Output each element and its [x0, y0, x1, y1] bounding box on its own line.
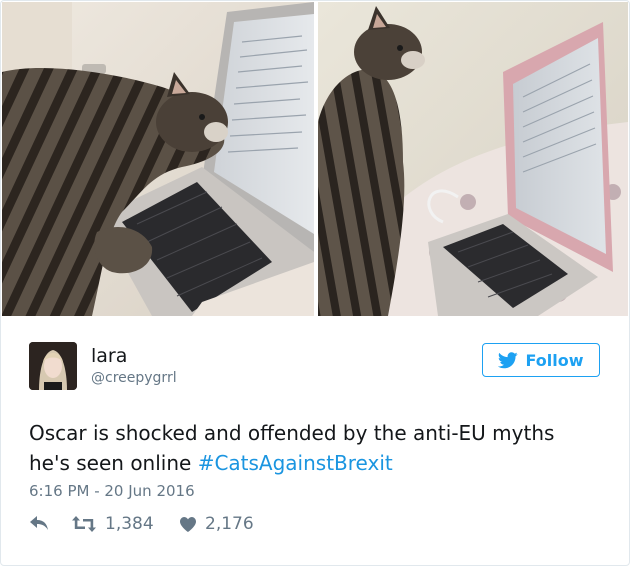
heart-icon	[180, 516, 196, 532]
avatar-image	[29, 342, 77, 390]
cat-laptop-photo-left	[2, 2, 314, 316]
tweet-timestamp[interactable]: 6:16 PM - 20 Jun 2016	[29, 482, 195, 500]
author-handle[interactable]: @creepygrrl	[91, 370, 177, 386]
tweet-photo-1[interactable]	[2, 2, 314, 316]
follow-label: Follow	[525, 350, 584, 370]
reply-icon	[30, 516, 48, 530]
tweet-photo-2[interactable]	[318, 2, 628, 316]
retweet-icon	[72, 516, 96, 532]
author-avatar[interactable]	[29, 342, 77, 390]
author-name[interactable]: lara	[91, 345, 127, 367]
tweet-text-line-2-plain: he's seen online	[29, 451, 198, 475]
cat-laptop-photo-right	[318, 2, 628, 316]
retweet-count: 1,384	[105, 514, 154, 534]
tweet-card: lara @creepygrrl Follow Oscar is shocked…	[0, 0, 630, 566]
twitter-bird-icon	[498, 351, 519, 368]
like-button[interactable]: 2,176	[179, 514, 254, 534]
tweet-text-line-2: he's seen online #CatsAgainstBrexit	[29, 448, 609, 478]
tweet-photos	[2, 2, 628, 316]
hashtag-link[interactable]: #CatsAgainstBrexit	[198, 451, 393, 475]
follow-button[interactable]: Follow	[482, 343, 600, 377]
tweet-text-line-1: Oscar is shocked and offended by the ant…	[29, 421, 555, 445]
retweet-button[interactable]: 1,384	[71, 514, 154, 534]
tweet-text: Oscar is shocked and offended by the ant…	[29, 418, 609, 478]
like-count: 2,176	[205, 514, 254, 534]
reply-button[interactable]	[29, 514, 49, 532]
